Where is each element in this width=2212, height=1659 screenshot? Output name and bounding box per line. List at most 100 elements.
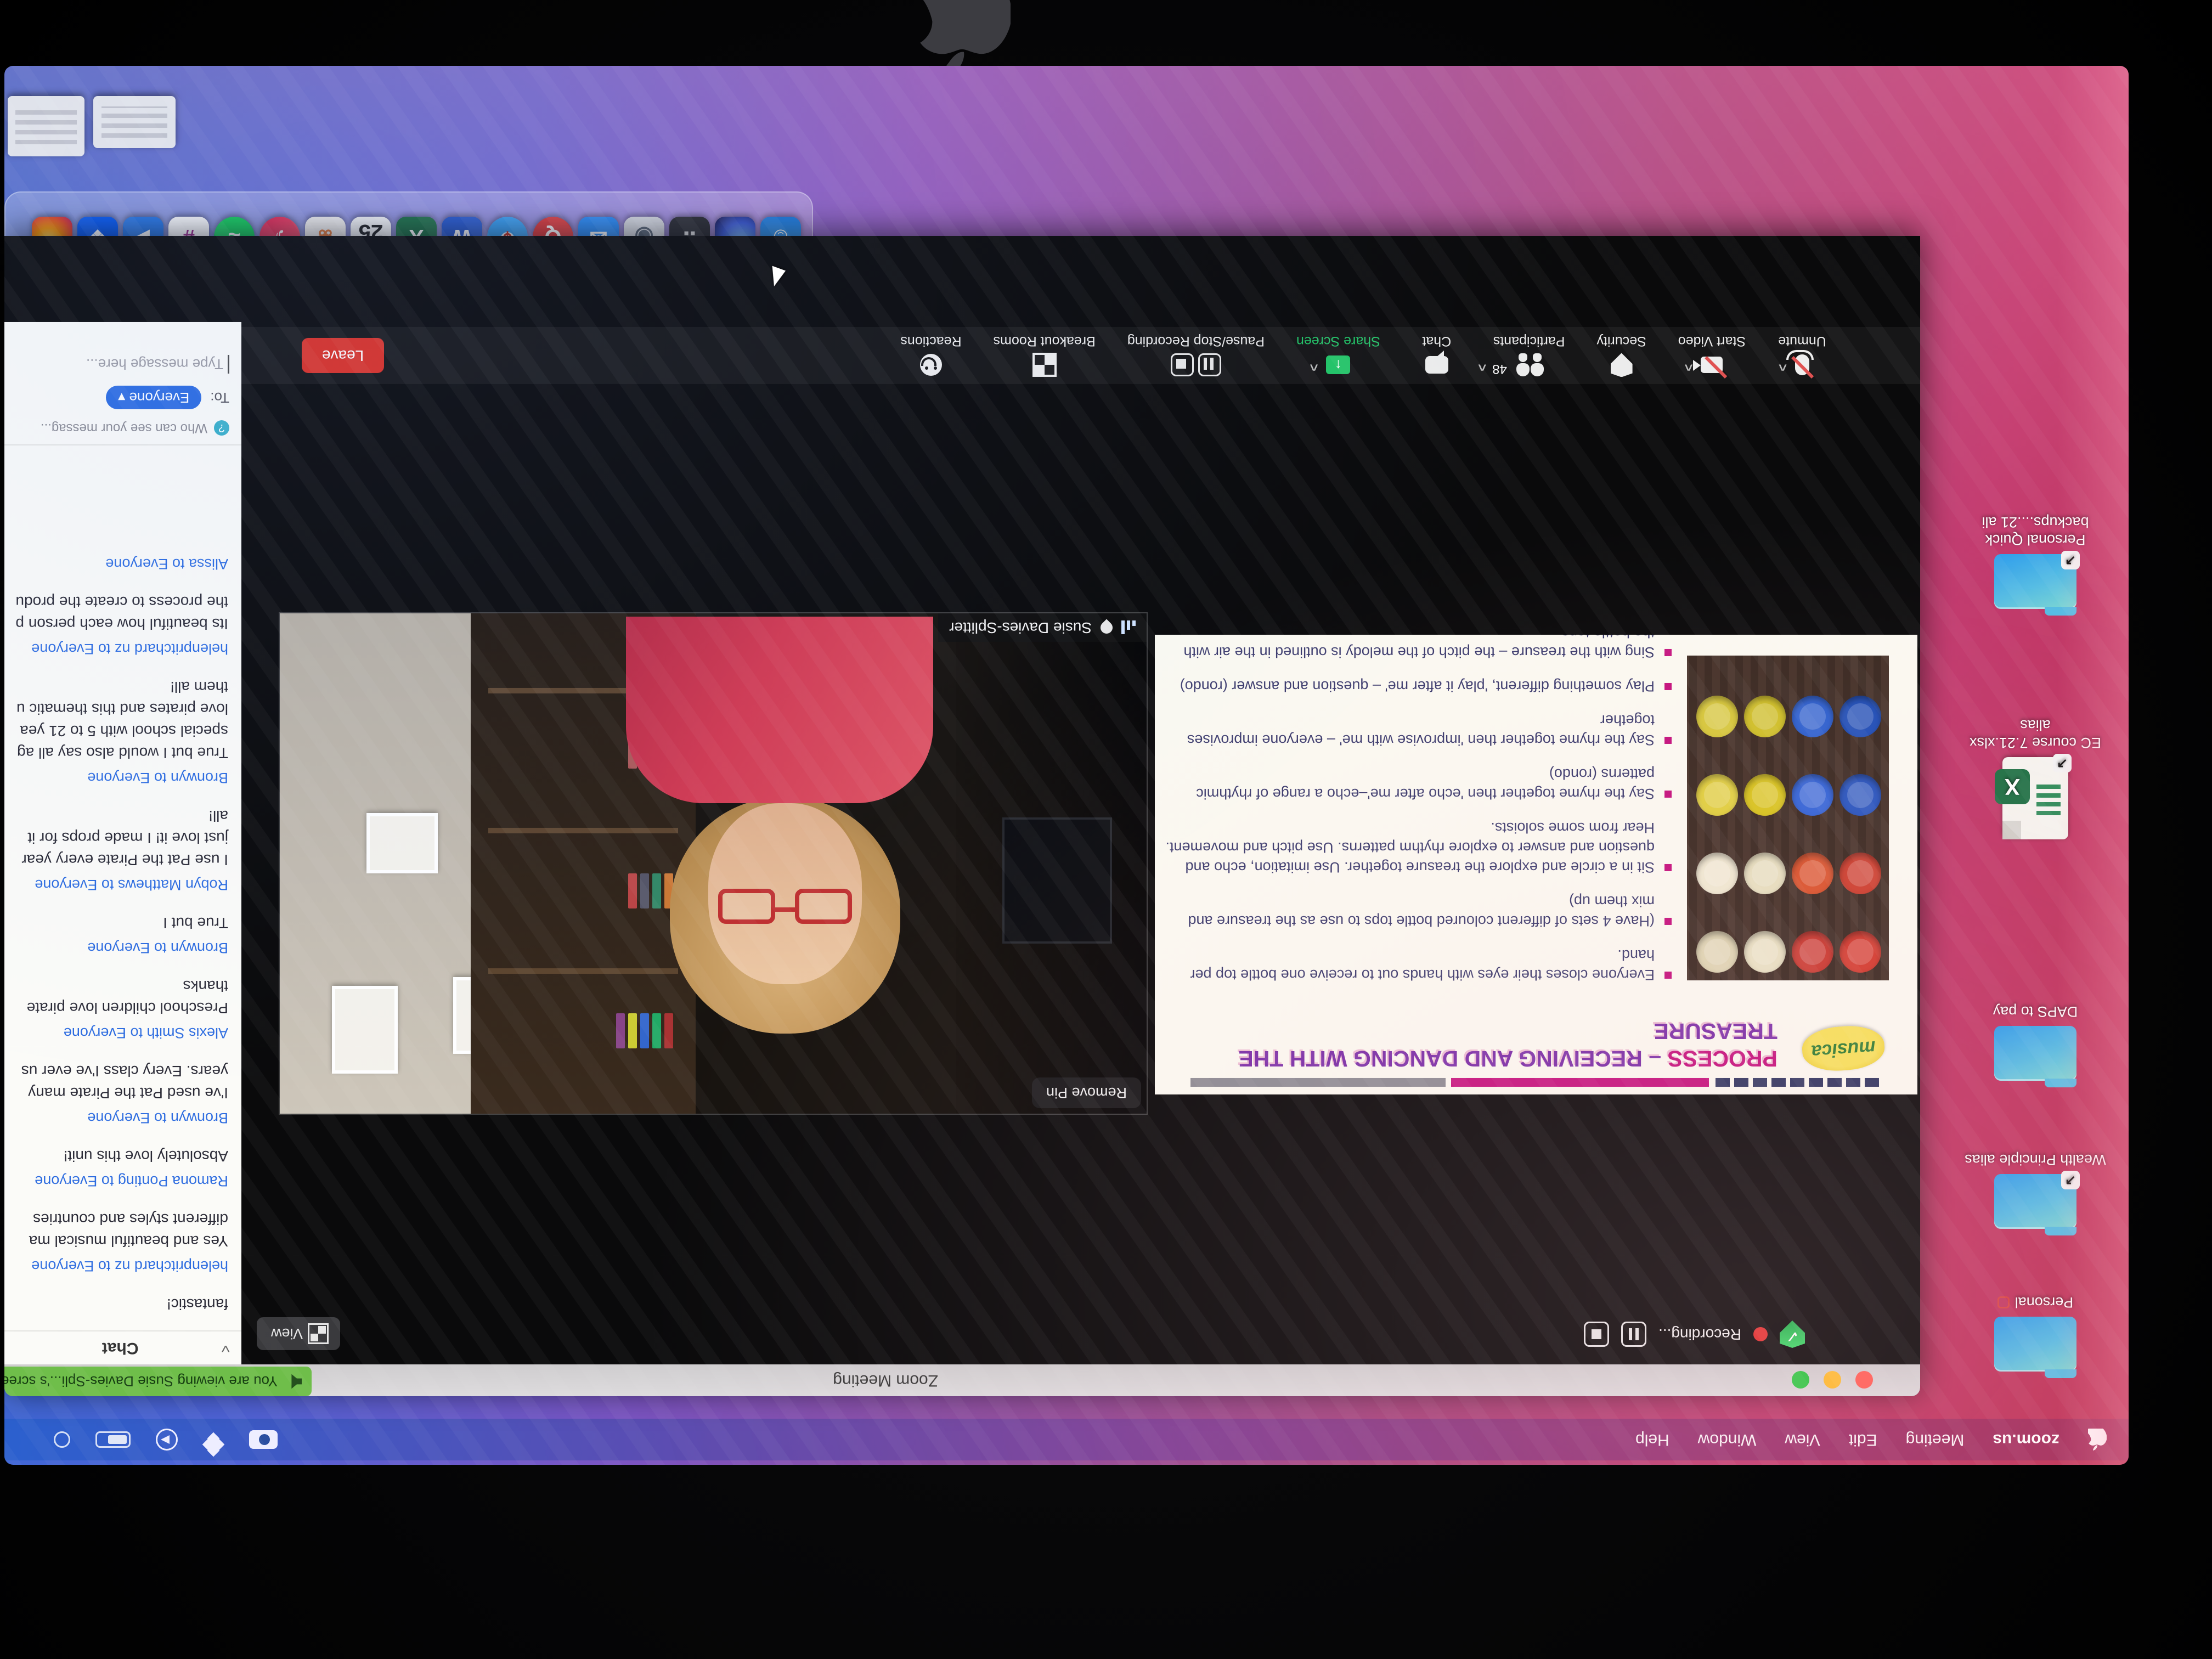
leave-button[interactable]: Leave [302,338,384,373]
document-bullet: Sing with the treasure – the pitch of th… [1161,635,1672,662]
bullet-marker-icon [1664,683,1672,690]
chat-message: helenpritchard nz to Everyone Its beauti… [4,591,228,657]
playback-circle-status-icon[interactable] [156,1429,178,1451]
viewing-screen-banner: You are viewing Susie Davies-Spli...'s s… [4,1367,312,1396]
bottle-cap [1839,696,1881,737]
chat-message-line: special school with 5 to 21 yea [4,720,228,742]
musica-logo: musica [1801,1024,1886,1073]
upside-down-monitor-scene: zoom.us Meeting Edit View Window Help Pe… [0,0,2212,1659]
chat-message-line: Preschool children love pirate [4,997,228,1019]
control-center-status-icon[interactable] [54,1431,70,1448]
desktop-icon-personal-quick-backups[interactable]: ↗ Personal Quick backups....21 ali [1953,514,2118,609]
chat-recipient-selector[interactable]: Everyone ▾ [106,386,201,409]
battery-status-icon[interactable] [95,1431,131,1448]
document-bullet: Say the rhyme together then 'echo after … [1161,764,1672,804]
chat-message-line: Absolutely love this unit! [4,1145,228,1167]
menu-help[interactable]: Help [1635,1430,1669,1449]
share-screen-button[interactable]: ↑^ Share Screen [1296,334,1380,378]
stop-recording-button[interactable] [1584,1322,1609,1347]
chat-sender: Alexis Smith to Everyone [4,1024,228,1041]
zoom-window-button[interactable] [1792,1371,1809,1389]
close-window-button[interactable] [1855,1371,1873,1389]
chat-sender: Bronwyn to Everyone [4,939,228,956]
chat-bubble-icon [1425,357,1448,374]
participant-name: Susie Davies-Splitter [949,619,1092,636]
window-title: Zoom Meeting [708,1371,938,1390]
reactions-button[interactable]: Reactions [900,334,961,378]
encryption-shield-icon[interactable] [1780,1321,1805,1348]
bullet-marker-icon [1664,972,1672,979]
recording-dot-icon [1753,1327,1768,1341]
chat-message-list[interactable]: fantastic! helenpritchard nz to Everyone… [4,445,241,1330]
start-video-button[interactable]: ^ Start Video [1678,334,1746,378]
view-button[interactable]: View [257,1317,340,1350]
desktop-icon-daps-to-pay[interactable]: DAPS to pay [1953,1003,2118,1081]
desktop-icon-personal[interactable]: Personal [1953,1294,2118,1372]
window-preview-tile[interactable] [93,96,176,148]
chevron-down-icon[interactable]: ˅ [221,1340,230,1355]
chevron-up-icon[interactable]: ^ [1310,358,1318,375]
chat-sender: Ramona Ponting to Everyone [4,1172,228,1189]
participants-button[interactable]: 48^ Participants [1493,334,1565,378]
participant-person [631,617,939,1034]
pause-stop-recording-button[interactable]: Pause/Stop Recording [1127,334,1265,378]
chat-message-line: different styles and countries [4,1208,228,1230]
bottle-cap [1839,853,1881,894]
pause-icon[interactable] [1198,354,1221,377]
chevron-up-icon[interactable]: ^ [1779,358,1787,375]
chat-message: Bronwyn to Everyone I've used Pat the Pi… [4,1060,228,1126]
pause-recording-button[interactable] [1621,1322,1646,1347]
pinned-participant-video[interactable]: Remove Pin Susie Davies-Splitter [280,613,1147,1114]
chat-message-line: thanks [4,975,228,997]
desktop-icon-wealth-principle[interactable]: ↗ Wealth Principle alias [1953,1151,2118,1229]
stop-icon[interactable] [1171,354,1194,377]
minimize-window-button[interactable] [1824,1371,1841,1389]
chat-message-line: True but I would also say all ag [4,742,228,764]
chat-button[interactable]: Chat [1412,334,1462,378]
window-preview-tile[interactable] [8,96,84,156]
bullet-marker-icon [1664,791,1672,798]
menu-view[interactable]: View [1785,1430,1820,1449]
chevron-up-icon[interactable]: ^ [1478,358,1486,375]
chat-input[interactable]: Type message here... [16,355,229,374]
alias-arrow-badge: ↗ [2053,754,2072,772]
chat-message-line: fantastic! [4,1293,228,1315]
shield-icon [1611,353,1633,377]
dropbox-status-icon[interactable] [203,1429,224,1450]
breakout-rooms-button[interactable]: Breakout Rooms [994,334,1096,378]
excel-file-icon: X ↗ [2002,757,2068,839]
security-button[interactable]: Security [1596,334,1646,378]
menu-window[interactable]: Window [1698,1430,1757,1449]
chat-message: Bronwyn to Everyone True but I [4,912,228,956]
menu-meeting[interactable]: Meeting [1906,1430,1965,1449]
chat-to-label: To: [210,389,229,406]
menu-edit[interactable]: Edit [1849,1430,1877,1449]
red-glasses [718,885,852,924]
menubar-app-name[interactable]: zoom.us [1993,1430,2059,1449]
chat-message-line: the process to create the produ [4,591,228,613]
chat-privacy-note[interactable]: ? Who can see your messag... [16,420,229,436]
share-screen-icon: ↑ [1326,356,1350,375]
bullet-marker-icon [1664,737,1672,744]
chat-title: Chat [102,1339,139,1357]
chat-message: Alissa to Everyone [4,550,228,572]
bottle-cap [1792,931,1833,973]
folder-icon [1994,1026,2076,1081]
remove-pin-button[interactable]: Remove Pin [1032,1077,1141,1108]
chat-message-line: years. Every class I've ever us [4,1060,228,1082]
bottle-cap [1839,774,1881,816]
unmute-button[interactable]: ^ Unmute [1778,334,1827,378]
recording-indicator: Recording... [1584,1321,1805,1348]
folder-alias-icon: ↗ [1994,554,2076,609]
bottle-cap [1839,931,1881,973]
participant-count-badge: 48 [1492,362,1507,377]
chat-message-line: I use Pat the Pirate every year [4,849,228,871]
chat-message-line: Its beautiful how each person p [4,613,228,635]
desktop-icon-ec-course-xlsx[interactable]: X ↗ EC course 7.21.xlsx alias [1953,716,2118,839]
apple-menu-icon[interactable] [2088,1429,2107,1451]
chevron-up-icon[interactable]: ^ [1684,358,1692,375]
document-bullet: Say the rhyme together then 'improvise w… [1161,710,1672,750]
chat-sender: Bronwyn to Everyone [4,1109,228,1126]
display-camera-status-icon[interactable] [249,1430,278,1449]
chat-message-line: them all! [4,676,228,698]
